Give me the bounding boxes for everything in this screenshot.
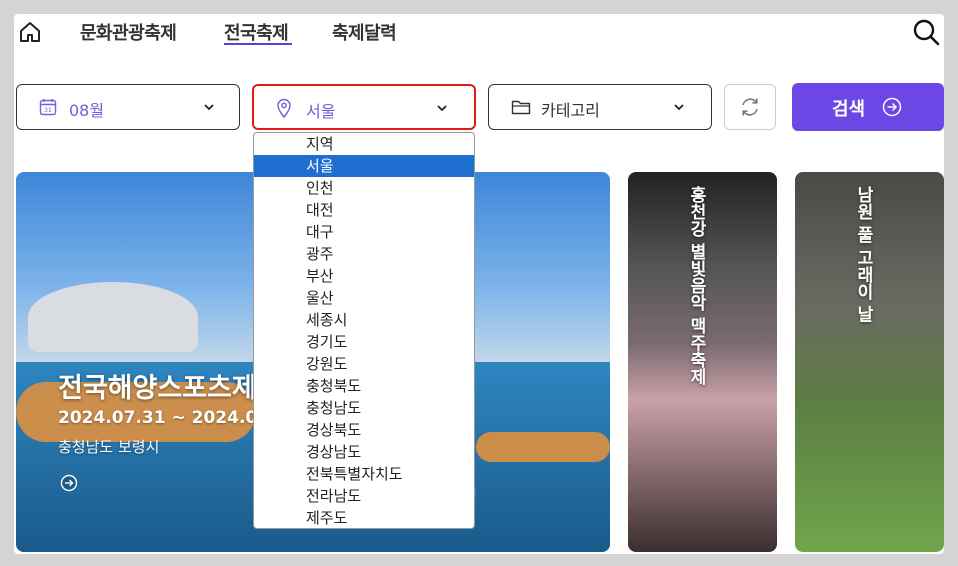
region-option[interactable]: 경상남도	[254, 441, 474, 463]
nav-link-festival-calendar[interactable]: 축제달력	[332, 19, 397, 45]
region-option[interactable]: 부산	[254, 265, 474, 287]
festival-card-location: 충청남도 보령시	[58, 438, 160, 456]
region-option[interactable]: 제주도	[254, 507, 474, 528]
card-photo-float	[476, 432, 610, 462]
location-pin-icon	[277, 98, 291, 118]
festival-card-title: 홍천강 별빛음악 맥주축제	[686, 186, 706, 385]
arrow-right-circle-icon[interactable]	[60, 474, 78, 492]
category-select[interactable]: 카테고리	[488, 84, 712, 130]
top-nav: 문화관광축제 전국축제 축제달력	[14, 14, 944, 54]
search-icon[interactable]	[912, 18, 940, 46]
region-option[interactable]: 울산	[254, 287, 474, 309]
home-icon[interactable]	[18, 20, 42, 44]
festival-card[interactable]: 홍천강 별빛음악 맥주축제	[628, 172, 777, 552]
region-option[interactable]: 경상북도	[254, 419, 474, 441]
region-option[interactable]: 인천	[254, 177, 474, 199]
page: 문화관광축제 전국축제 축제달력 31 08월 서울 카테고리 검색 전국해양스…	[14, 14, 944, 554]
festival-card-title: 남원 풀 고래이 날	[853, 186, 873, 323]
region-dropdown-list[interactable]: 지역 서울 인천 대전 대구 광주 부산 울산 세종시 경기도 강원도 충청북도 충청남도 경상북도 경상남…	[253, 132, 475, 529]
region-option[interactable]: 강원도	[254, 353, 474, 375]
month-select[interactable]: 31 08월	[16, 84, 240, 130]
search-button[interactable]: 검색	[792, 83, 944, 131]
region-option[interactable]: 세종시	[254, 309, 474, 331]
festival-card[interactable]: 남원 풀 고래이 날	[795, 172, 944, 552]
nav-link-national-festival[interactable]: 전국축제	[224, 19, 289, 45]
chevron-down-icon	[674, 104, 684, 111]
region-option[interactable]: 광주	[254, 243, 474, 265]
region-option[interactable]: 전북특별자치도	[254, 463, 474, 485]
region-option[interactable]: 전라남도	[254, 485, 474, 507]
arrow-right-circle-icon	[882, 97, 902, 117]
region-option[interactable]: 서울	[254, 155, 474, 177]
card-photo-building	[28, 282, 198, 352]
region-option[interactable]: 대구	[254, 221, 474, 243]
refresh-icon	[742, 98, 758, 116]
search-button-label: 검색	[832, 99, 866, 120]
region-option[interactable]: 충청북도	[254, 375, 474, 397]
svg-text:31: 31	[44, 107, 52, 114]
region-select[interactable]: 서울	[252, 84, 476, 130]
region-option[interactable]: 대전	[254, 199, 474, 221]
active-nav-underline	[224, 43, 292, 45]
region-option[interactable]: 충청남도	[254, 397, 474, 419]
folder-icon	[511, 100, 531, 115]
category-select-value: 카테고리	[541, 101, 600, 120]
calendar-icon: 31	[39, 99, 57, 116]
nav-link-culture-festival[interactable]: 문화관광축제	[80, 19, 177, 45]
region-option[interactable]: 지역	[254, 133, 474, 155]
refresh-button[interactable]	[724, 84, 776, 130]
region-option[interactable]: 경기도	[254, 331, 474, 353]
chevron-down-icon	[204, 104, 214, 111]
month-select-value: 08월	[69, 101, 105, 120]
festival-card-title: 전국해양스포츠제	[58, 373, 257, 404]
region-select-value: 서울	[306, 102, 336, 121]
chevron-down-icon	[437, 105, 447, 112]
